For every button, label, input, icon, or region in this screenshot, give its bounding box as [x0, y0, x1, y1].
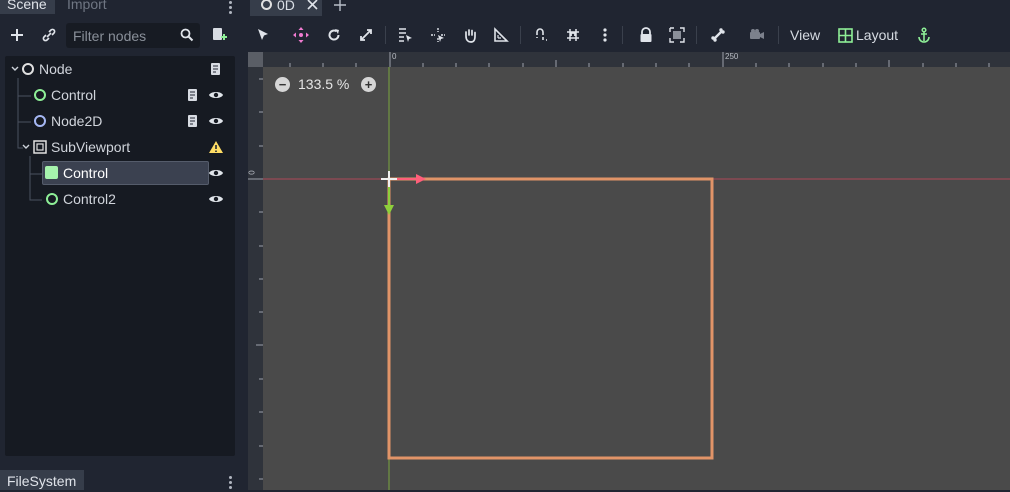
scene-tree: Node Control Node2D SubViewport Control — [5, 56, 235, 456]
tab-filesystem[interactable]: FileSystem — [0, 470, 84, 490]
node-icon — [261, 0, 272, 10]
visibility-eye-icon[interactable] — [208, 192, 224, 206]
script-icon[interactable] — [208, 62, 224, 76]
anchor-icon[interactable] — [913, 24, 935, 46]
scene-dock: Scene Import Node — [0, 0, 240, 490]
pan-hand-icon[interactable] — [459, 24, 481, 46]
tree-item-label: Control — [51, 87, 97, 103]
script-add-icon[interactable] — [208, 24, 230, 46]
tree-item-control[interactable]: Control — [5, 83, 235, 107]
tree-item-label: Node2D — [51, 113, 103, 129]
list-select-icon[interactable] — [394, 24, 416, 46]
canvas-drawing — [263, 67, 1010, 490]
layout-grid-icon[interactable] — [834, 24, 856, 46]
tab-import[interactable]: Import — [60, 0, 114, 14]
dock-menu-icon[interactable] — [225, 0, 235, 14]
dock-splitter[interactable] — [240, 0, 248, 490]
y-gizmo-arrowhead — [384, 205, 394, 215]
grid-snap-icon[interactable] — [562, 24, 584, 46]
zoom-level[interactable]: 133.5 % — [298, 76, 349, 92]
warning-icon[interactable] — [208, 140, 224, 154]
ruler-icon[interactable] — [490, 24, 512, 46]
rotate-mode-icon[interactable] — [323, 24, 345, 46]
tree-item-node2d[interactable]: Node2D — [5, 109, 235, 133]
script-icon[interactable] — [185, 114, 201, 128]
dock-tabs: Scene Import — [0, 0, 240, 14]
visibility-eye-icon[interactable] — [208, 88, 224, 102]
pivot-crosshair — [381, 171, 397, 187]
toolbar-separator — [696, 26, 697, 44]
tree-item-label: Node — [39, 61, 73, 77]
toolbar-separator — [385, 26, 386, 44]
filesystem-menu-icon[interactable] — [225, 475, 235, 489]
canvas-viewport[interactable]: 0 250 0 − 133.5 % + — [248, 52, 1010, 490]
filter-nodes-box — [66, 23, 200, 48]
scene-tab-label: 0D — [277, 0, 295, 13]
zoom-out-button[interactable]: − — [275, 77, 290, 92]
layout-menu-button[interactable]: Layout — [856, 24, 898, 46]
node2d-icon — [34, 115, 46, 127]
visibility-eye-icon[interactable] — [208, 166, 224, 180]
x-gizmo-arrowhead — [416, 174, 426, 184]
toolbar-separator — [622, 26, 623, 44]
add-tab-icon[interactable] — [333, 0, 347, 12]
smart-snap-icon[interactable] — [531, 24, 553, 46]
close-icon[interactable] — [307, 0, 318, 10]
control-node-icon — [45, 166, 58, 179]
tree-item-control-selected[interactable]: Control — [5, 161, 235, 185]
zoom-in-button[interactable]: + — [361, 77, 376, 92]
link-icon[interactable] — [38, 24, 60, 46]
toolbar-separator — [778, 26, 779, 44]
search-icon — [180, 28, 194, 47]
tree-item-control2[interactable]: Control2 — [5, 187, 235, 211]
subviewport-icon — [33, 140, 47, 154]
move-mode-icon[interactable] — [290, 24, 312, 46]
node-icon — [22, 63, 34, 75]
expand-arrow-icon[interactable] — [11, 65, 19, 73]
tree-item-label: Control — [63, 165, 109, 181]
control-node-icon — [46, 193, 58, 205]
control-node-icon — [34, 89, 46, 101]
script-icon[interactable] — [185, 88, 201, 102]
toolbar-separator — [520, 26, 521, 44]
expand-arrow-icon[interactable] — [22, 143, 30, 151]
camera-override-icon[interactable] — [746, 24, 768, 46]
view-menu-button[interactable]: View — [790, 24, 820, 46]
tab-scene[interactable]: Scene — [0, 0, 55, 14]
canvas-toolbar: View Layout — [248, 20, 1010, 50]
filter-nodes-input[interactable] — [66, 23, 178, 48]
tree-item-label: SubViewport — [51, 139, 131, 155]
tree-item-node[interactable]: Node — [5, 57, 235, 81]
tree-item-label: Control2 — [63, 191, 116, 207]
control-selection-rect — [387, 177, 714, 460]
more-options-icon[interactable] — [594, 24, 616, 46]
tree-item-subviewport[interactable]: SubViewport — [5, 135, 235, 159]
pivot-icon[interactable] — [427, 24, 449, 46]
scale-mode-icon[interactable] — [355, 24, 377, 46]
lock-icon[interactable] — [635, 24, 657, 46]
group-icon[interactable] — [666, 24, 688, 46]
select-mode-icon[interactable] — [252, 24, 274, 46]
bone-icon[interactable] — [707, 24, 729, 46]
visibility-eye-icon[interactable] — [208, 114, 224, 128]
editor-main: 0D View Layout 0 250 0 − 133.5 % + — [248, 0, 1010, 490]
tab-scene-file[interactable]: 0D — [250, 0, 322, 16]
add-node-icon[interactable] — [6, 24, 28, 46]
